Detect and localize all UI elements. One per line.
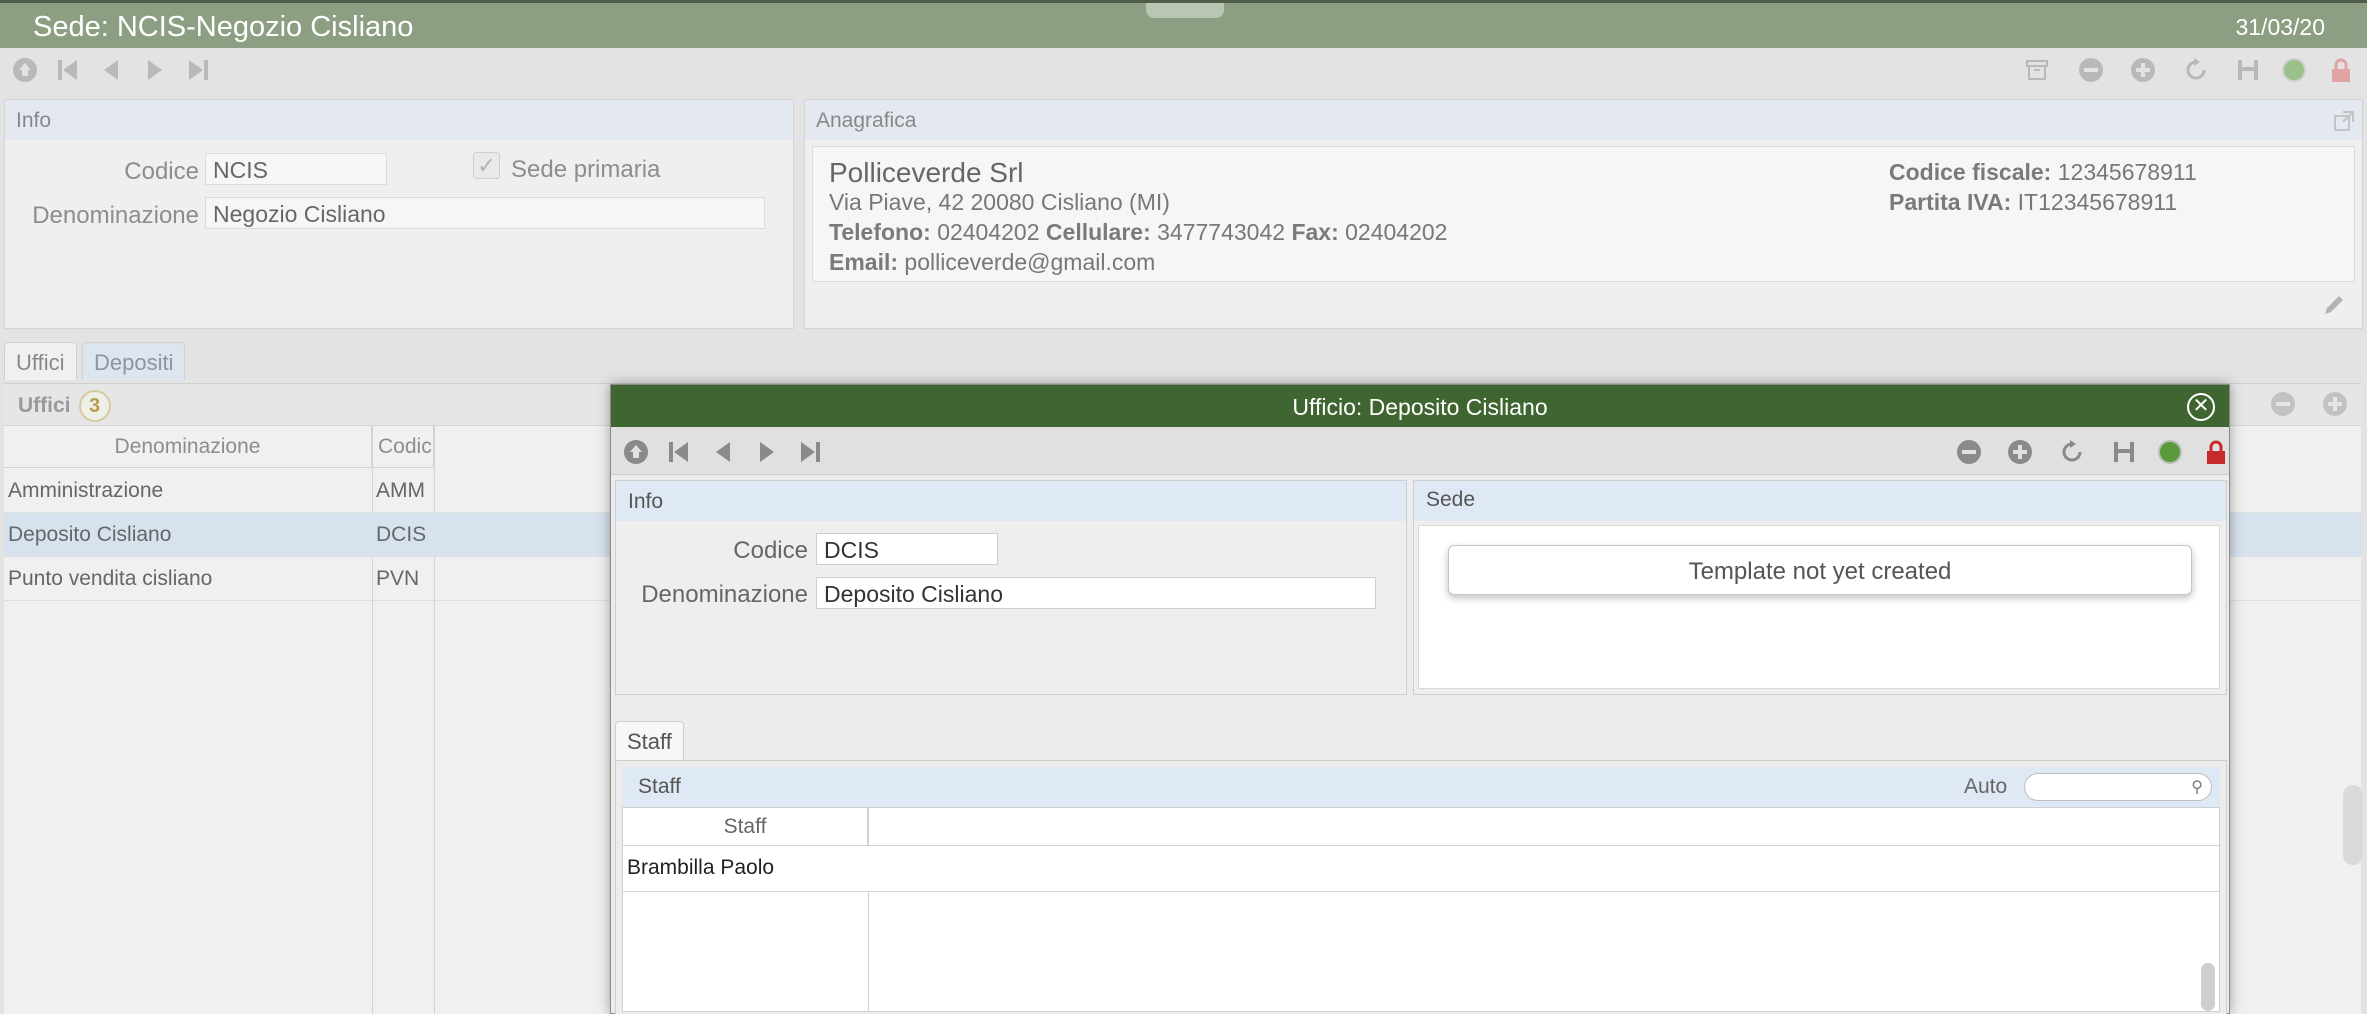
dialog-reload-icon[interactable] — [2059, 439, 2085, 465]
staff-panel-title: Staff — [638, 775, 681, 798]
uffici-add-icon[interactable] — [2322, 391, 2348, 417]
fax-label: Fax: — [1291, 219, 1339, 245]
dialog-info-panel: Info Codice DCIS Denominazione Deposito … — [615, 480, 1407, 695]
anagrafica-summary: Polliceverde Srl Via Piave, 42 20080 Cis… — [812, 146, 2355, 282]
telefono-label: Telefono: — [829, 219, 931, 245]
company-address: Via Piave, 42 20080 Cisliano (MI) — [829, 189, 1170, 215]
dialog-first-record-icon[interactable] — [666, 439, 692, 465]
dialog-previous-record-icon[interactable] — [710, 439, 736, 465]
next-record-icon[interactable] — [142, 57, 168, 83]
dialog-last-record-icon[interactable] — [797, 439, 823, 465]
home-icon[interactable] — [12, 57, 38, 83]
dialog-sede-title: Sede — [1414, 481, 2226, 521]
main-toolbar — [0, 48, 2367, 90]
partita-iva-value: IT12345678911 — [2017, 189, 2178, 215]
staff-name: Brambilla Paolo — [627, 856, 775, 879]
column-header-denominazione[interactable]: Denominazione — [4, 426, 372, 468]
info-panel-title: Info — [5, 100, 793, 140]
dialog-codice-field[interactable]: DCIS — [816, 533, 998, 565]
email-label: Email: — [829, 249, 899, 275]
page-scrollbar[interactable] — [2343, 785, 2363, 865]
delete-icon[interactable] — [2078, 57, 2104, 83]
dialog-toolbar — [611, 427, 2229, 475]
previous-record-icon[interactable] — [98, 57, 124, 83]
dialog-add-icon[interactable] — [2007, 439, 2033, 465]
sede-primaria-checkbox[interactable]: ✓ — [473, 152, 500, 179]
denominazione-label: Denominazione — [32, 202, 199, 229]
dialog-save-icon[interactable] — [2111, 439, 2137, 465]
row-denominazione: Deposito Cisliano — [8, 523, 172, 546]
fax-value: 02404202 — [1345, 219, 1448, 245]
info-panel: Info Codice NCIS ✓ Sede primaria Denomin… — [4, 99, 794, 329]
partita-iva-label: Partita IVA: — [1889, 189, 2012, 215]
tab-staff[interactable]: Staff — [615, 721, 684, 761]
save-icon[interactable] — [2235, 57, 2261, 83]
uffici-delete-icon[interactable] — [2270, 391, 2296, 417]
dialog-codice-label: Codice — [733, 537, 808, 564]
contacts-line: Telefono: 02404202 Cellulare: 3477743042… — [829, 219, 1447, 246]
denominazione-field[interactable]: Negozio Cisliano — [205, 197, 765, 229]
status-icon — [2281, 57, 2307, 83]
row-codice: AMM — [376, 479, 425, 502]
uffici-count-badge: 3 — [78, 390, 111, 422]
email-value: polliceverde@gmail.com — [904, 249, 1156, 275]
reload-icon[interactable] — [2183, 57, 2209, 83]
column-header-staff[interactable]: Staff — [623, 808, 868, 846]
search-icon: ⚲ — [2191, 779, 2203, 796]
codice-field[interactable]: NCIS — [205, 153, 387, 185]
dialog-home-icon[interactable] — [623, 439, 649, 465]
codice-label: Codice — [124, 158, 199, 185]
dialog-title: Ufficio: Deposito Cisliano — [611, 385, 2229, 427]
dialog-lock-icon[interactable] — [2203, 439, 2229, 465]
row-denominazione: Punto vendita cisliano — [8, 567, 213, 590]
email-line: Email: polliceverde@gmail.com — [829, 249, 1155, 276]
codice-fiscale-line: Codice fiscale: 12345678911 — [1889, 159, 2197, 186]
dialog-denominazione-field[interactable]: Deposito Cisliano — [816, 577, 1376, 609]
window-title: Sede: NCIS-Negozio Cisliano — [33, 11, 414, 43]
template-not-created-button[interactable]: Template not yet created — [1448, 545, 2192, 595]
codice-fiscale-label: Codice fiscale: — [1889, 159, 2052, 185]
archive-icon[interactable] — [2024, 57, 2050, 83]
dialog-next-record-icon[interactable] — [754, 439, 780, 465]
row-codice: PVN — [376, 567, 420, 590]
table-row[interactable]: Brambilla Paolo — [623, 846, 2219, 892]
cellulare-label: Cellulare: — [1045, 219, 1151, 245]
row-codice: DCIS — [376, 523, 427, 546]
window-title-bar: Sede: NCIS-Negozio Cisliano 31/03/20 — [0, 0, 2367, 48]
close-icon[interactable]: ✕ — [2187, 393, 2215, 421]
drag-handle[interactable] — [1146, 3, 1224, 18]
dialog-status-icon — [2157, 439, 2183, 465]
staff-panel: Staff Auto ⚲ Staff Brambilla Paolo — [615, 760, 2227, 1014]
codice-fiscale-value: 12345678911 — [2057, 159, 2197, 185]
anagrafica-panel-title: Anagrafica — [805, 100, 2362, 140]
uffici-title: Uffici — [18, 394, 71, 417]
window-date: 31/03/20 — [2235, 14, 2325, 40]
telefono-value: 02404202 — [937, 219, 1040, 245]
staff-scrollbar[interactable] — [2201, 963, 2215, 1011]
cellulare-value: 3477743042 — [1157, 219, 1286, 245]
staff-search-input[interactable]: ⚲ — [2024, 773, 2212, 801]
auto-label: Auto — [1964, 775, 2008, 798]
ufficio-dialog: Ufficio: Deposito Cisliano ✕ Info Codice… — [610, 384, 2230, 1014]
tab-uffici[interactable]: Uffici — [4, 342, 77, 380]
last-record-icon[interactable] — [185, 57, 211, 83]
first-record-icon[interactable] — [55, 57, 81, 83]
dialog-delete-icon[interactable] — [1956, 439, 1982, 465]
lock-icon[interactable] — [2328, 57, 2354, 83]
sede-primaria-label: Sede primaria — [511, 156, 661, 183]
company-name: Polliceverde Srl — [829, 157, 1024, 188]
edit-pencil-icon[interactable] — [2321, 292, 2347, 318]
row-denominazione: Amministrazione — [8, 479, 164, 502]
add-icon[interactable] — [2130, 57, 2156, 83]
partita-iva-line: Partita IVA: IT12345678911 — [1889, 189, 2177, 216]
dialog-denominazione-label: Denominazione — [641, 581, 808, 608]
dialog-info-title: Info — [616, 481, 1406, 521]
tab-depositi[interactable]: Depositi — [82, 342, 186, 380]
column-header-codice[interactable]: Codic — [372, 426, 434, 468]
open-link-icon[interactable] — [2331, 108, 2357, 134]
